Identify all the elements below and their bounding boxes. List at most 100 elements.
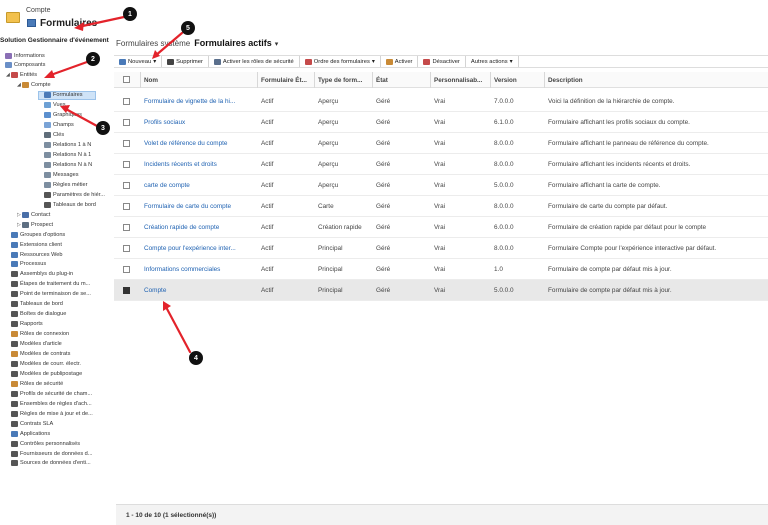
form-name-link[interactable]: Incidents récents et droits bbox=[144, 154, 255, 175]
tree-item[interactable]: Rapports bbox=[6, 320, 43, 329]
tree-item[interactable]: Champs bbox=[39, 121, 74, 130]
tree-item[interactable]: Vues bbox=[39, 101, 66, 110]
row-checkbox[interactable] bbox=[123, 161, 130, 168]
chevron-down-icon[interactable]: ▾ bbox=[153, 59, 156, 65]
row-checkbox[interactable] bbox=[123, 182, 130, 189]
tree-item[interactable]: Règles métier bbox=[39, 180, 88, 189]
column-header[interactable]: État bbox=[372, 72, 428, 88]
table-row[interactable]: Création rapide de compte Actif Création r… bbox=[114, 217, 768, 238]
row-checkbox[interactable] bbox=[123, 140, 130, 147]
tree-item[interactable]: Modèles de courr. électr. bbox=[6, 359, 81, 368]
table-row[interactable]: Compte pour l'expérience inter... Actif Pr… bbox=[114, 238, 768, 259]
tree-item[interactable]: Relations N à 1 bbox=[39, 151, 91, 160]
tree-item[interactable]: Relations 1 à N bbox=[39, 141, 91, 150]
tree-item[interactable]: Étapes de traitement du m... bbox=[6, 280, 90, 289]
ruleset-icon bbox=[11, 400, 18, 407]
chevron-down-icon[interactable]: ▾ bbox=[275, 41, 279, 48]
tree-item[interactable]: Rôles de sécurité bbox=[6, 379, 63, 388]
toolbar-button[interactable]: Ordre des formulaires ▾ bbox=[300, 56, 381, 67]
column-header[interactable]: Formulaire Ét... bbox=[257, 72, 312, 88]
form-name-link[interactable]: Compte bbox=[144, 280, 255, 301]
table-row[interactable]: Incidents récents et droits Actif Aperçu Gé… bbox=[114, 154, 768, 175]
form-name-link[interactable]: Profils sociaux bbox=[144, 112, 255, 133]
tree-item[interactable]: Formulaires bbox=[38, 90, 96, 100]
tree-item[interactable]: Applications bbox=[6, 429, 50, 438]
form-name-link[interactable]: Création rapide de compte bbox=[144, 217, 255, 238]
chevron-down-icon[interactable]: ▾ bbox=[372, 59, 375, 65]
tree-item[interactable]: ▷ Contact bbox=[17, 210, 50, 219]
column-header[interactable]: Nom bbox=[140, 72, 255, 88]
column-header[interactable]: Personnalisab... bbox=[430, 72, 488, 88]
tree-item[interactable]: ▷ Prospect bbox=[17, 220, 53, 229]
tree-item[interactable]: ◢ Compte bbox=[17, 81, 51, 90]
form-name-link[interactable]: Volet de référence du compte bbox=[144, 133, 255, 154]
select-all-checkbox[interactable] bbox=[123, 76, 130, 83]
tree-item[interactable]: Composants bbox=[0, 61, 45, 70]
tree-item[interactable]: Extensions client bbox=[6, 240, 62, 249]
tree-item[interactable]: Groupes d'options bbox=[6, 230, 65, 239]
step-icon bbox=[11, 281, 18, 288]
toolbar-button[interactable]: Activer les rôles de sécurité bbox=[209, 56, 300, 67]
chevron-down-icon[interactable]: ▾ bbox=[510, 59, 513, 65]
tree-item[interactable]: Modèles d'article bbox=[6, 340, 62, 349]
tree-item[interactable]: Rôles de connexion bbox=[6, 330, 69, 339]
form-name-link[interactable]: Compte pour l'expérience inter... bbox=[144, 238, 255, 259]
tree-item[interactable]: Paramètres de hiér... bbox=[39, 190, 105, 199]
column-header[interactable]: Version bbox=[490, 72, 542, 88]
table-row[interactable]: Formulaire de vignette de la hi... Actif A… bbox=[114, 91, 768, 112]
form-name-link[interactable]: carte de compte bbox=[144, 175, 255, 196]
table-row[interactable]: Formulaire de carte du compte Actif Carte G… bbox=[114, 196, 768, 217]
tree-item[interactable]: ◢ Entités bbox=[6, 71, 37, 80]
tree-item[interactable]: Contrôles personnalisés bbox=[6, 439, 80, 448]
tree-item[interactable]: Profils de sécurité de cham... bbox=[6, 389, 92, 398]
row-checkbox[interactable] bbox=[123, 203, 130, 210]
tree-item[interactable]: Informations bbox=[0, 51, 45, 60]
tree-item[interactable]: Fournisseurs de données d... bbox=[6, 449, 92, 458]
tree-item[interactable]: Ressources Web bbox=[6, 250, 63, 259]
explorer-header: Compte Formulaires bbox=[2, 4, 108, 36]
form-name-link[interactable]: Informations commerciales bbox=[144, 259, 255, 280]
row-checkbox[interactable] bbox=[123, 287, 130, 294]
toolbar-button[interactable]: Nouveau ▾ bbox=[114, 56, 163, 67]
table-cell: Géré bbox=[376, 140, 391, 147]
tree-item[interactable]: Assemblys du plug-in bbox=[6, 270, 73, 279]
tree-item-label: Règles métier bbox=[53, 181, 88, 188]
tree-item[interactable]: Règles de mise à jour et de... bbox=[6, 409, 93, 418]
tree-item[interactable]: Sources de données d'enti... bbox=[6, 459, 91, 468]
form-name-link[interactable]: Formulaire de vignette de la hi... bbox=[144, 91, 255, 112]
toolbar-button[interactable]: Autres actions ▾ bbox=[466, 56, 519, 67]
table-row[interactable]: Profils sociaux Actif Aperçu Géré Vrai 6.1.0.… bbox=[114, 112, 768, 133]
tree-item[interactable]: Tableaux de bord bbox=[39, 200, 96, 209]
toolbar-button[interactable]: Désactiver bbox=[418, 56, 466, 67]
row-checkbox[interactable] bbox=[123, 224, 130, 231]
tree-item[interactable]: Messages bbox=[39, 170, 79, 179]
table-row[interactable]: Informations commerciales Actif Principal G… bbox=[114, 259, 768, 280]
tree-item[interactable]: Processus bbox=[6, 260, 46, 269]
table-row[interactable]: carte de compte Actif Aperçu Géré Vrai 5.0.0.… bbox=[114, 175, 768, 196]
tree-item[interactable]: Point de terminaison de se... bbox=[6, 290, 91, 299]
view-selector[interactable]: Formulaires actifs bbox=[194, 38, 272, 48]
table-cell: Actif bbox=[261, 119, 274, 126]
tree-item[interactable]: Modèles de contrats bbox=[6, 350, 70, 359]
toolbar-button[interactable]: Activer bbox=[381, 56, 419, 67]
tree-item[interactable]: Ensembles de règles d'ach... bbox=[6, 399, 92, 408]
tree-item[interactable]: Tableaux de bord bbox=[6, 300, 63, 309]
tree-item[interactable]: Modèles de publipostage bbox=[6, 369, 82, 378]
row-checkbox[interactable] bbox=[123, 98, 130, 105]
row-checkbox[interactable] bbox=[123, 266, 130, 273]
toolbar-button-label: Activer les rôles de sécurité bbox=[222, 58, 294, 65]
tree-item[interactable]: Graphiques bbox=[39, 111, 82, 120]
tree-item[interactable]: Relations N à N bbox=[39, 160, 92, 169]
row-checkbox[interactable] bbox=[123, 119, 130, 126]
tree-item[interactable]: Boîtes de dialogue bbox=[6, 310, 66, 319]
column-header[interactable]: Description bbox=[544, 72, 768, 88]
tree-item[interactable]: Contrats SLA bbox=[6, 419, 53, 428]
table-row[interactable]: Volet de référence du compte Actif Aperçu G… bbox=[114, 133, 768, 154]
tree-item[interactable]: Clés bbox=[39, 131, 64, 140]
column-header[interactable]: Type de form... bbox=[314, 72, 370, 88]
table-row[interactable]: Compte Actif Principal Géré Vrai 5.0.0.0 Formu… bbox=[114, 280, 768, 301]
toolbar-button[interactable]: Supprimer bbox=[162, 56, 209, 67]
row-checkbox[interactable] bbox=[123, 245, 130, 252]
form-name-link[interactable]: Formulaire de carte du compte bbox=[144, 196, 255, 217]
table-cell: Actif bbox=[261, 182, 274, 189]
